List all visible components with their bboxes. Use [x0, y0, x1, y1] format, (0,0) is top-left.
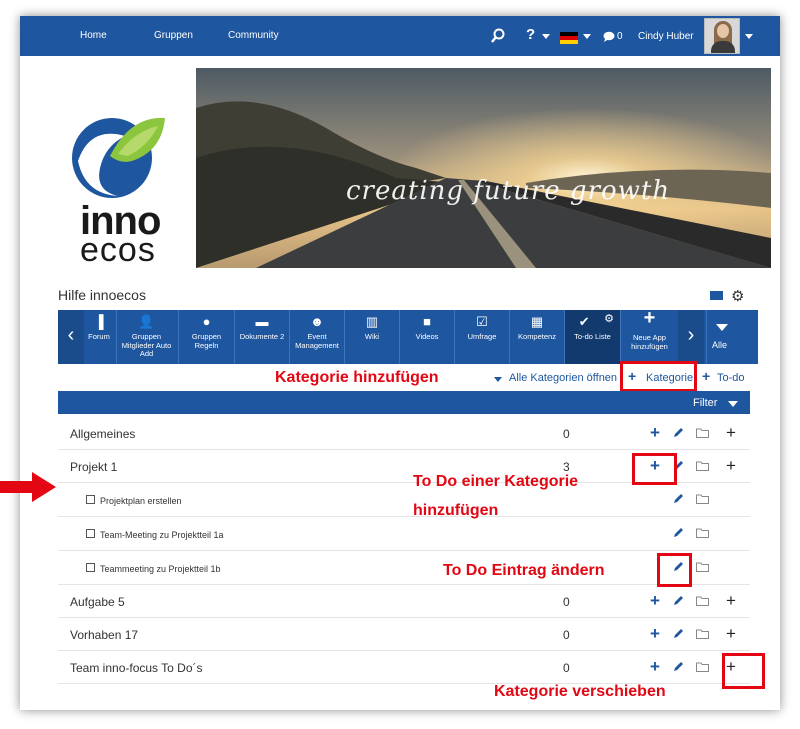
app-tile-add-app[interactable]: + Neue App hinzufügen — [620, 307, 678, 364]
nav-groups-link[interactable]: Gruppen — [154, 30, 193, 41]
chevron-down-icon[interactable] — [583, 34, 591, 39]
callout-move-category: Kategorie verschieben — [494, 683, 666, 700]
chevron-down-icon[interactable] — [745, 34, 753, 39]
filter-button[interactable]: Filter — [693, 397, 717, 409]
avatar[interactable] — [704, 18, 740, 54]
folder-icon[interactable] — [696, 528, 709, 538]
move-icon[interactable]: + — [726, 423, 736, 443]
filter-bar — [58, 391, 750, 414]
app-tile-videos[interactable]: ■ Videos — [399, 310, 454, 364]
banner-tagline: creating future growth — [346, 176, 671, 206]
move-icon[interactable]: + — [726, 624, 736, 644]
add-todo-icon[interactable]: + — [650, 624, 660, 644]
chat-icon[interactable] — [603, 31, 615, 42]
chevron-down-icon[interactable] — [728, 401, 738, 407]
category-row[interactable]: Team inno-focus To Do´s 0 + + — [58, 651, 750, 684]
todo-icon: ✔ — [578, 314, 590, 329]
pencil-icon[interactable] — [672, 627, 685, 640]
callout-add-category: Kategorie hinzufügen — [275, 369, 439, 386]
german-flag-icon[interactable] — [560, 32, 578, 44]
app-tile-group-rules[interactable]: ● Gruppen Regeln — [178, 310, 234, 364]
arrow-right-icon — [0, 472, 56, 502]
category-row[interactable]: Allgemeines 0 + + — [58, 417, 750, 450]
app-tile-competence[interactable]: ▦ Kompetenz — [509, 310, 564, 364]
move-icon[interactable]: + — [726, 456, 736, 476]
wiki-icon: ▥ — [365, 314, 379, 329]
add-todo-link[interactable]: To-do — [717, 372, 745, 384]
app-tile-todo-list[interactable]: ✔ ⚙ To-do Liste — [564, 310, 620, 364]
open-all-categories-link[interactable]: Alle Kategorien öffnen — [509, 372, 617, 384]
survey-icon: ☑ — [476, 314, 488, 329]
folder-icon[interactable] — [696, 461, 709, 471]
top-navigation: Home Gruppen Community ? 0 Cindy Huber — [20, 16, 780, 56]
todo-item-row[interactable]: Projektplan erstellen — [58, 483, 750, 517]
folder-icon[interactable] — [696, 596, 709, 606]
group-members-icon: 👤 — [138, 314, 155, 329]
app-tile-group-members[interactable]: 👤 Gruppen Mitglieder Auto Add — [116, 310, 176, 364]
pencil-icon[interactable] — [672, 426, 685, 439]
plus-icon[interactable]: + — [702, 368, 710, 384]
add-todo-icon[interactable]: + — [650, 657, 660, 677]
forum-icon: ▐ — [94, 314, 104, 329]
category-row[interactable]: Aufgabe 5 0 + + — [58, 585, 750, 618]
app-tile-wiki[interactable]: ▥ Wiki — [344, 310, 399, 364]
mail-icon[interactable] — [710, 291, 723, 300]
callout-add-todo-line2: hinzufügen — [413, 502, 499, 519]
gear-icon[interactable]: ⚙ — [604, 313, 614, 326]
app-tile-forum[interactable]: ▐ Forum — [84, 310, 114, 364]
app-tile-documents[interactable]: ▬ Dokumente 2 — [234, 310, 289, 364]
highlight-box — [632, 453, 677, 485]
chevron-down-icon[interactable] — [494, 377, 502, 382]
pencil-icon[interactable] — [672, 492, 685, 505]
add-todo-icon[interactable]: + — [650, 423, 660, 443]
search-icon[interactable] — [490, 28, 506, 44]
logo-text-ecos: ecos — [80, 231, 156, 269]
add-todo-icon[interactable]: + — [650, 591, 660, 611]
app-bar: ‹ ▐ Forum 👤 Gruppen Mitglieder Auto Add … — [58, 307, 758, 364]
header-banner-image: creating future growth — [196, 68, 771, 268]
app-window: Home Gruppen Community ? 0 Cindy Huber i… — [20, 16, 780, 710]
highlight-box — [620, 361, 697, 392]
folder-icon[interactable] — [696, 494, 709, 504]
folder-icon[interactable] — [696, 562, 709, 572]
documents-icon: ▬ — [255, 314, 269, 329]
pencil-icon[interactable] — [672, 660, 685, 673]
app-tile-event-management[interactable]: ☻ Event Management — [289, 310, 344, 364]
nav-community-link[interactable]: Community — [228, 30, 279, 41]
chevron-down-icon[interactable] — [542, 34, 550, 39]
nav-home-link[interactable]: Home — [80, 30, 107, 41]
todo-item-row[interactable]: Teammeeting zu Projektteil 1b — [58, 551, 750, 585]
help-icon[interactable]: ? — [526, 26, 535, 43]
page-title: Hilfe innoecos — [58, 287, 146, 303]
event-icon: ☻ — [310, 314, 324, 329]
scroll-left-button[interactable]: ‹ — [58, 310, 84, 364]
chat-count: 0 — [617, 31, 623, 42]
highlight-box — [722, 653, 765, 689]
videos-icon: ■ — [423, 314, 431, 329]
folder-icon[interactable] — [696, 428, 709, 438]
group-rules-icon: ● — [202, 314, 211, 329]
gear-icon[interactable]: ⚙ — [731, 287, 744, 305]
category-row[interactable]: Vorhaben 17 0 + + — [58, 618, 750, 651]
callout-edit-todo: To Do Eintrag ändern — [443, 562, 605, 579]
user-name[interactable]: Cindy Huber — [638, 31, 694, 42]
scroll-right-button[interactable]: › — [678, 310, 704, 364]
todo-checkbox[interactable] — [86, 529, 95, 538]
all-apps-button[interactable]: Alle — [706, 310, 736, 364]
callout-add-todo-line1: To Do einer Kategorie — [413, 473, 579, 490]
todo-item-row[interactable]: Team-Meeting zu Projektteil 1a — [58, 517, 750, 551]
pencil-icon[interactable] — [672, 526, 685, 539]
folder-icon[interactable] — [696, 662, 709, 672]
todo-checkbox[interactable] — [86, 495, 95, 504]
app-tile-survey[interactable]: ☑ Umfrage — [454, 310, 509, 364]
move-icon[interactable]: + — [726, 591, 736, 611]
chevron-down-icon — [716, 324, 728, 331]
todo-checkbox[interactable] — [86, 563, 95, 572]
competence-icon: ▦ — [530, 314, 544, 329]
folder-icon[interactable] — [696, 629, 709, 639]
pencil-icon[interactable] — [672, 594, 685, 607]
add-app-icon: + — [643, 307, 656, 329]
highlight-box — [657, 553, 692, 587]
